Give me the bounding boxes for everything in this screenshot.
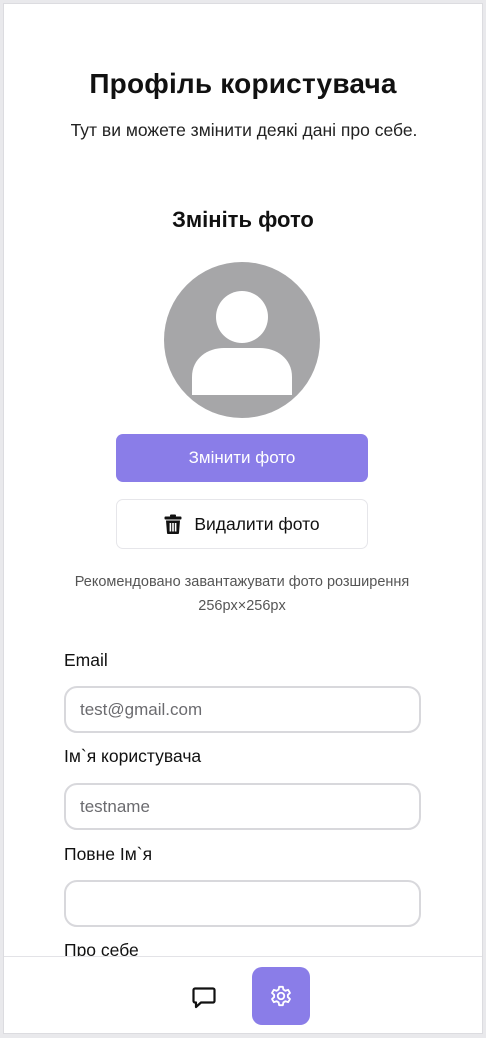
- username-label: Ім`я користувача: [64, 746, 202, 766]
- email-label: Email: [64, 650, 108, 670]
- fullname-label: Повне Ім`я: [64, 844, 153, 864]
- about-label: Про себе: [64, 940, 139, 956]
- nav-settings-button[interactable]: [252, 967, 310, 1025]
- profile-scroll-area[interactable]: Профіль користувача Тут ви можете змінит…: [4, 4, 482, 956]
- email-field[interactable]: [64, 686, 421, 733]
- user-silhouette-icon: [192, 291, 292, 395]
- chat-bubble-icon: [192, 987, 216, 1009]
- username-field[interactable]: [64, 783, 421, 830]
- change-photo-button[interactable]: Змінити фото: [116, 434, 368, 482]
- photo-size-hint: Рекомендовано завантажувати фото розшире…: [74, 574, 410, 614]
- page-title: Профіль користувача: [89, 68, 397, 99]
- avatar: [164, 262, 320, 418]
- nav-chat-button[interactable]: [180, 973, 228, 1021]
- photo-section-title: Змініть фото: [172, 207, 314, 232]
- fullname-field[interactable]: [64, 880, 421, 927]
- gear-icon: [271, 985, 291, 1007]
- delete-photo-button[interactable]: Видалити фото: [116, 499, 368, 549]
- bottom-navigation: [4, 956, 482, 1033]
- page-subtitle: Тут ви можете змінити деякі дані про себ…: [70, 120, 418, 140]
- app-window: Профіль користувача Тут ви можете змінит…: [3, 3, 483, 1034]
- trash-icon: [164, 514, 182, 534]
- delete-photo-label: Видалити фото: [194, 513, 320, 534]
